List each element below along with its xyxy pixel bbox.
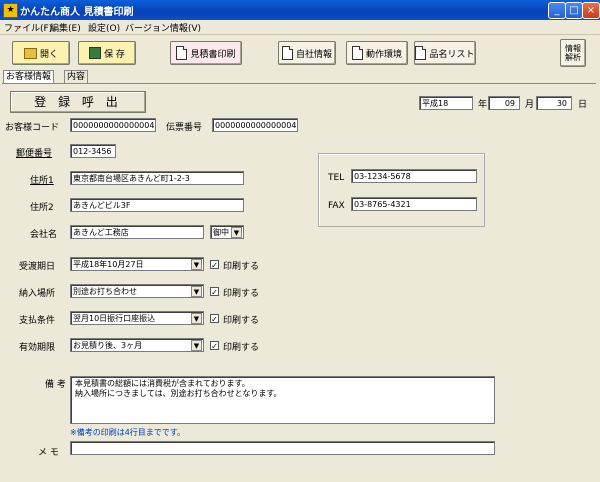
notes-hint: ※備考の印刷は4行目までです。 [70,428,185,437]
document-icon [351,46,363,60]
notes-label: 備 考 [45,380,66,390]
honorific-select[interactable]: 御中 ▼ [210,225,244,239]
delivery-place-value: 別途お打ち合わせ [73,287,137,296]
company-info-button[interactable]: 自社情報 [278,41,336,65]
company-name-field[interactable]: あきんど工務店 [70,225,204,239]
tab-contents[interactable]: 内容 [64,70,89,84]
contact-group-box [318,153,485,227]
notes-textarea[interactable]: 本見積書の総額には消費税が含まれております。 納入場所につきましては、別途お打ち… [70,376,495,424]
day-label: 日 [578,100,588,110]
month-label: 月 [525,100,535,110]
address2-label: 住所2 [30,203,54,213]
menu-bar: ファイル(F) 編集(E) 設定(O) バージョン情報(V) [0,20,600,35]
menu-version[interactable]: バージョン情報(V) [125,21,201,34]
close-button[interactable]: × [582,2,600,19]
memo-label: メ モ [38,448,59,458]
minimize-button[interactable]: _ [548,2,566,19]
chevron-down-icon[interactable]: ▼ [191,340,202,351]
save-button[interactable]: 保 存 [78,41,136,65]
place-print-label: 印刷する [223,289,260,299]
document-icon [176,46,188,60]
save-icon [89,47,102,59]
month-field[interactable]: 09 [488,96,520,110]
address2-field[interactable]: あきんどビル3F [70,198,244,212]
customer-code-field[interactable]: 0000000000000004 [70,118,156,132]
folder-icon [23,47,37,59]
payment-print-checkbox[interactable]: ✓ [210,314,219,324]
tel-label: TEL [328,173,345,183]
menu-file[interactable]: ファイル(F) [4,21,52,34]
chevron-down-icon[interactable]: ▼ [191,286,202,297]
address1-label[interactable]: 住所1 [30,173,54,186]
delivery-place-select[interactable]: 別途お打ち合わせ ▼ [70,284,204,298]
chevron-down-icon[interactable]: ▼ [191,313,202,324]
era-field[interactable]: 平成18 [419,96,473,110]
open-button[interactable]: 開く [12,41,70,65]
menu-settings[interactable]: 設定(O) [88,21,120,34]
app-icon: ★ [3,3,18,18]
tab-customer-info[interactable]: お客様情報 [3,70,55,84]
notes-line-1: 本見積書の総額には消費税が含まれております。 [75,379,250,388]
year-label: 年 [478,100,488,110]
maximize-button[interactable]: □ [565,2,583,19]
postal-code-label[interactable]: 郵便番号 [16,146,52,159]
document-icon [415,46,427,60]
company-name-label: 会社名 [30,230,58,240]
window-title: かんたん商人 見積書印刷 [20,7,134,18]
fax-label: FAX [328,201,345,211]
payment-terms-label: 支払条件 [19,316,56,326]
payment-terms-select[interactable]: 翌月10日振行口座振込 ▼ [70,311,204,325]
slip-number-label: 伝票番号 [166,123,203,133]
menu-edit[interactable]: 編集(E) [50,21,81,34]
slip-number-field[interactable]: 0000000000000004 [212,118,298,132]
honorific-value: 御中 [213,228,229,237]
register-recall-button[interactable]: 登 録 呼 出 [10,91,146,113]
customer-code-label: お客様コード [5,123,60,133]
delivery-date-select[interactable]: 平成18年10月27日 ▼ [70,257,204,271]
validity-print-checkbox[interactable]: ✓ [210,341,219,351]
validity-label: 有効期限 [19,343,56,353]
delivery-print-checkbox[interactable]: ✓ [210,260,219,270]
validity-select[interactable]: お見積り後、3ヶ月 ▼ [70,338,204,352]
analysis-button[interactable]: 情報 解析 [560,39,586,67]
item-list-button[interactable]: 品名リスト [414,41,476,65]
toolbar: 開く 保 存 見積書印刷 自社情報 動作環境 品名リスト 情報 解析 [0,35,600,67]
print-estimate-button[interactable]: 見積書印刷 [170,41,242,65]
memo-field[interactable] [70,441,495,455]
fax-field[interactable]: 03-8765-4321 [351,197,477,211]
environment-button[interactable]: 動作環境 [346,41,408,65]
document-icon [281,46,293,60]
validity-value: お見積り後、3ヶ月 [73,341,143,350]
day-field[interactable]: 30 [536,96,572,110]
delivery-date-label: 受渡期日 [19,262,56,272]
validity-print-label: 印刷する [223,343,260,353]
payment-terms-value: 翌月10日振行口座振込 [73,314,156,323]
title-bar[interactable]: ★ かんたん商人 見積書印刷 _ □ × [0,0,600,20]
payment-print-label: 印刷する [223,316,260,326]
chevron-down-icon[interactable]: ▼ [191,259,202,270]
postal-code-field[interactable]: 012-3456 [70,144,116,158]
address1-field[interactable]: 東京都南台場区あきんど町1-2-3 [70,171,244,185]
delivery-date-value: 平成18年10月27日 [73,260,144,269]
place-print-checkbox[interactable]: ✓ [210,287,219,297]
chevron-down-icon[interactable]: ▼ [231,227,242,238]
delivery-print-label: 印刷する [223,262,260,272]
tel-field[interactable]: 03-1234-5678 [351,169,477,183]
notes-line-2: 納入場所につきましては、別途お打ち合わせとなります。 [75,389,282,398]
delivery-place-label: 納入場所 [19,289,56,299]
